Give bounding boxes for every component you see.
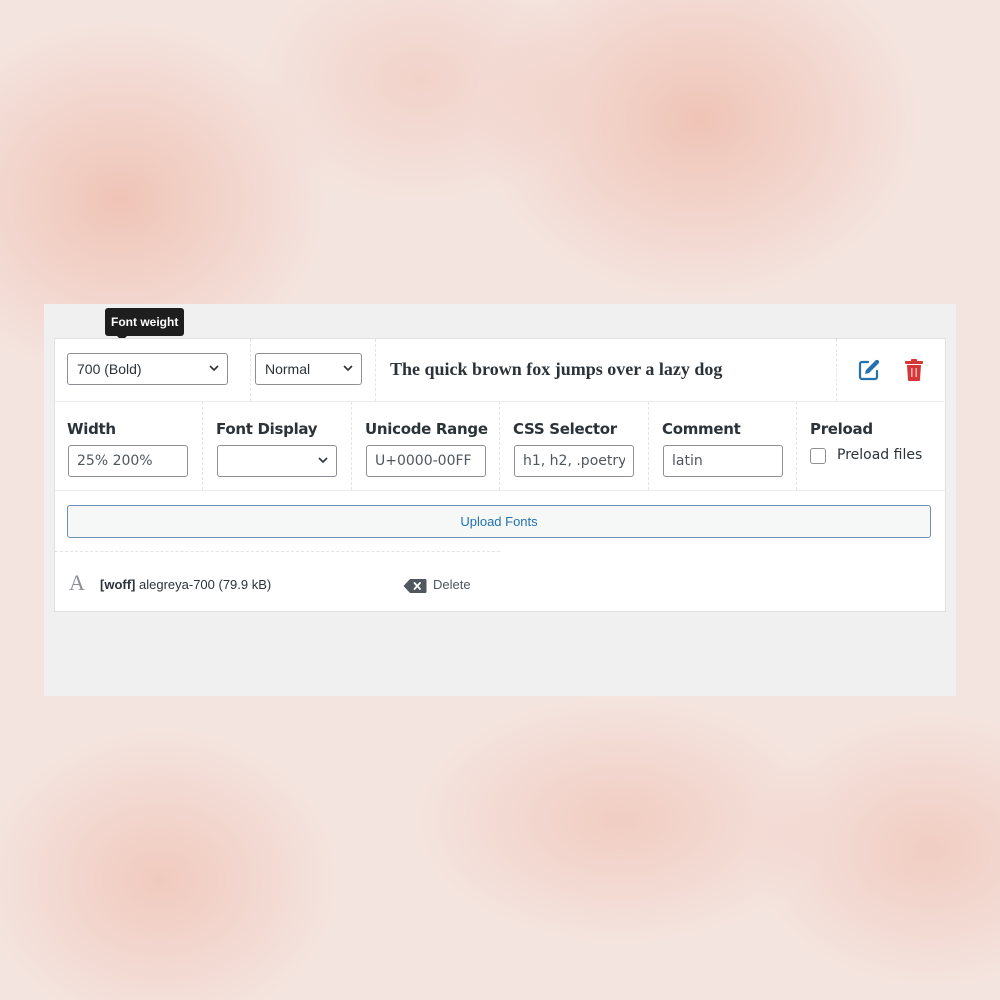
font-file-name: alegreya-700 (79.9 kB): [139, 577, 272, 592]
upload-fonts-label: Upload Fonts: [460, 514, 538, 529]
unicode-range-input[interactable]: [366, 445, 486, 477]
font-settings-panel: Font weight 700 (Bold) Normal The quick …: [44, 304, 956, 696]
css-selector-label: CSS Selector: [513, 420, 617, 438]
upload-fonts-button[interactable]: Upload Fonts: [67, 505, 931, 538]
font-display-label: Font Display: [216, 420, 318, 438]
font-preview-text: The quick brown fox jumps over a lazy do…: [390, 359, 723, 379]
comment-input[interactable]: [663, 445, 783, 477]
font-style-value: Normal: [265, 361, 311, 377]
chevron-down-icon: [318, 457, 328, 464]
font-weight-tooltip: Font weight: [105, 308, 185, 341]
font-weight-select[interactable]: 700 (Bold): [67, 353, 228, 385]
edit-icon: [858, 359, 880, 381]
width-label: Width: [67, 420, 116, 438]
column-divider: [836, 339, 837, 401]
font-variant-card: 700 (Bold) Normal The quick brown fox ju…: [54, 338, 946, 612]
delete-file-label: Delete: [433, 577, 471, 592]
chevron-down-icon: [343, 365, 353, 372]
font-display-select[interactable]: [217, 445, 337, 477]
font-file-format: [woff]: [100, 577, 136, 592]
css-selector-input[interactable]: [514, 445, 634, 477]
font-weight-value: 700 (Bold): [77, 361, 142, 377]
font-style-select[interactable]: Normal: [255, 353, 362, 385]
comment-label: Comment: [662, 420, 741, 438]
font-file-icon: A: [69, 570, 85, 595]
delete-variant-button[interactable]: [902, 358, 926, 382]
column-divider: [499, 402, 500, 490]
preload-files-label[interactable]: Preload files: [837, 447, 922, 463]
edit-button[interactable]: [857, 358, 881, 382]
column-divider: [202, 402, 203, 490]
width-input[interactable]: [68, 445, 188, 477]
column-divider: [648, 402, 649, 490]
unicode-range-label: Unicode Range: [365, 420, 488, 438]
file-list-divider: [55, 551, 500, 552]
chevron-down-icon: [209, 365, 219, 372]
preload-checkbox[interactable]: [810, 448, 826, 464]
font-variant-header-row: 700 (Bold) Normal The quick brown fox ju…: [55, 339, 945, 402]
font-options-row: Width Font Display Unicode Range CSS Sel…: [55, 402, 945, 491]
column-divider: [250, 339, 251, 401]
preload-label: Preload: [810, 420, 873, 438]
column-divider: [351, 402, 352, 490]
trash-icon: [905, 359, 923, 381]
column-divider: [375, 339, 376, 401]
font-file-label: [woff] alegreya-700 (79.9 kB): [100, 577, 271, 592]
tooltip-text: Font weight: [111, 315, 179, 329]
backspace-icon: [403, 579, 427, 593]
column-divider: [796, 402, 797, 490]
